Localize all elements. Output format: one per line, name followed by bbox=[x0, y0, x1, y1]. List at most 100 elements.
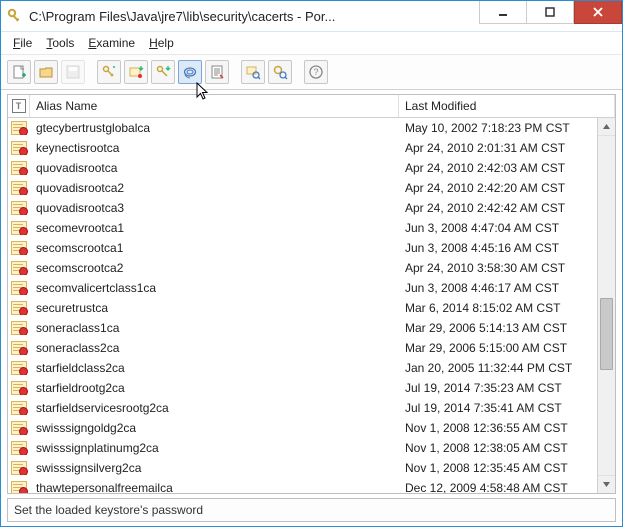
alias-cell: gtecybertrustglobalca bbox=[30, 121, 399, 135]
certificate-icon bbox=[11, 481, 27, 493]
table-row[interactable]: secomscrootca1Jun 3, 2008 4:45:16 AM CST bbox=[8, 238, 615, 258]
keystore-table: T Alias Name Last Modified gtecybertrust… bbox=[7, 94, 616, 494]
examine-ssl-button[interactable] bbox=[268, 60, 292, 84]
scroll-up-icon[interactable] bbox=[598, 118, 615, 136]
alias-cell: starfieldservicesrootg2ca bbox=[30, 401, 399, 415]
alias-cell: secomvalicertclass1ca bbox=[30, 281, 399, 295]
table-body: gtecybertrustglobalcaMay 10, 2002 7:18:2… bbox=[8, 118, 615, 493]
entry-icon bbox=[8, 181, 30, 195]
entry-icon bbox=[8, 381, 30, 395]
entry-icon bbox=[8, 121, 30, 135]
save-keystore-button[interactable] bbox=[61, 60, 85, 84]
column-alias[interactable]: Alias Name bbox=[30, 95, 399, 117]
alias-cell: quovadisrootca bbox=[30, 161, 399, 175]
table-row[interactable]: quovadisrootca2Apr 24, 2010 2:42:20 AM C… bbox=[8, 178, 615, 198]
modified-cell: Apr 24, 2010 2:01:31 AM CST bbox=[399, 141, 615, 155]
modified-cell: Nov 1, 2008 12:38:05 AM CST bbox=[399, 441, 615, 455]
column-type[interactable]: T bbox=[8, 95, 30, 117]
table-row[interactable]: swisssignplatinumg2caNov 1, 2008 12:38:0… bbox=[8, 438, 615, 458]
certificate-icon bbox=[11, 441, 27, 455]
alias-cell: secomscrootca2 bbox=[30, 261, 399, 275]
alias-cell: soneraclass2ca bbox=[30, 341, 399, 355]
keystore-report-button[interactable] bbox=[205, 60, 229, 84]
examine-cert-button[interactable] bbox=[241, 60, 265, 84]
toolbar: ? bbox=[1, 54, 622, 90]
table-row[interactable]: swisssignsilverg2caNov 1, 2008 12:35:45 … bbox=[8, 458, 615, 478]
alias-cell: quovadisrootca2 bbox=[30, 181, 399, 195]
modified-cell: Jan 20, 2005 11:32:44 PM CST bbox=[399, 361, 615, 375]
entry-icon bbox=[8, 241, 30, 255]
certificate-icon bbox=[11, 421, 27, 435]
entry-icon bbox=[8, 401, 30, 415]
column-modified[interactable]: Last Modified bbox=[399, 95, 615, 117]
modified-cell: Jun 3, 2008 4:46:17 AM CST bbox=[399, 281, 615, 295]
menu-examine[interactable]: Examine bbox=[82, 34, 141, 52]
entry-icon bbox=[8, 261, 30, 275]
menu-tools[interactable]: Tools bbox=[40, 34, 80, 52]
table-row[interactable]: keynectisrootcaApr 24, 2010 2:01:31 AM C… bbox=[8, 138, 615, 158]
import-keypair-button[interactable] bbox=[151, 60, 175, 84]
alias-cell: securetrustca bbox=[30, 301, 399, 315]
certificate-icon bbox=[11, 221, 27, 235]
entry-icon bbox=[8, 221, 30, 235]
table-row[interactable]: quovadisrootcaApr 24, 2010 2:42:03 AM CS… bbox=[8, 158, 615, 178]
certificate-icon bbox=[11, 301, 27, 315]
maximize-button[interactable] bbox=[526, 1, 574, 24]
table-row[interactable]: quovadisrootca3Apr 24, 2010 2:42:42 AM C… bbox=[8, 198, 615, 218]
modified-cell: May 10, 2002 7:18:23 PM CST bbox=[399, 121, 615, 135]
table-row[interactable]: securetrustcaMar 6, 2014 8:15:02 AM CST bbox=[8, 298, 615, 318]
certificate-icon bbox=[11, 401, 27, 415]
table-row[interactable]: starfieldrootg2caJul 19, 2014 7:35:23 AM… bbox=[8, 378, 615, 398]
table-row[interactable]: starfieldclass2caJan 20, 2005 11:32:44 P… bbox=[8, 358, 615, 378]
alias-cell: swisssignplatinumg2ca bbox=[30, 441, 399, 455]
table-row[interactable]: soneraclass1caMar 29, 2006 5:14:13 AM CS… bbox=[8, 318, 615, 338]
alias-cell: starfieldrootg2ca bbox=[30, 381, 399, 395]
table-row[interactable]: thawtepersonalfreemailcaDec 12, 2009 4:5… bbox=[8, 478, 615, 493]
alias-cell: secomscrootca1 bbox=[30, 241, 399, 255]
help-button[interactable]: ? bbox=[304, 60, 328, 84]
modified-cell: Jul 19, 2014 7:35:23 AM CST bbox=[399, 381, 615, 395]
entry-icon bbox=[8, 281, 30, 295]
status-text: Set the loaded keystore's password bbox=[14, 503, 203, 517]
modified-cell: Apr 24, 2010 2:42:03 AM CST bbox=[399, 161, 615, 175]
modified-cell: Dec 12, 2009 4:58:48 AM CST bbox=[399, 481, 615, 493]
modified-cell: Apr 24, 2010 2:42:20 AM CST bbox=[399, 181, 615, 195]
minimize-button[interactable] bbox=[479, 1, 526, 24]
certificate-icon bbox=[11, 361, 27, 375]
new-keystore-button[interactable] bbox=[7, 60, 31, 84]
entry-icon bbox=[8, 341, 30, 355]
modified-cell: Apr 24, 2010 3:58:30 AM CST bbox=[399, 261, 615, 275]
set-password-button[interactable] bbox=[178, 60, 202, 84]
table-row[interactable]: gtecybertrustglobalcaMay 10, 2002 7:18:2… bbox=[8, 118, 615, 138]
scroll-down-icon[interactable] bbox=[598, 475, 615, 493]
modified-cell: Mar 6, 2014 8:15:02 AM CST bbox=[399, 301, 615, 315]
entry-icon bbox=[8, 301, 30, 315]
table-row[interactable]: secomevrootca1Jun 3, 2008 4:47:04 AM CST bbox=[8, 218, 615, 238]
entry-icon bbox=[8, 161, 30, 175]
alias-cell: starfieldclass2ca bbox=[30, 361, 399, 375]
vertical-scrollbar[interactable] bbox=[597, 118, 615, 493]
scroll-thumb[interactable] bbox=[600, 298, 613, 370]
certificate-icon bbox=[11, 141, 27, 155]
alias-cell: keynectisrootca bbox=[30, 141, 399, 155]
table-row[interactable]: swisssigngoldg2caNov 1, 2008 12:36:55 AM… bbox=[8, 418, 615, 438]
table-row[interactable]: soneraclass2caMar 29, 2006 5:15:00 AM CS… bbox=[8, 338, 615, 358]
table-row[interactable]: secomscrootca2Apr 24, 2010 3:58:30 AM CS… bbox=[8, 258, 615, 278]
modified-cell: Mar 29, 2006 5:15:00 AM CST bbox=[399, 341, 615, 355]
menu-bar: File Tools Examine Help bbox=[1, 32, 622, 54]
table-row[interactable]: secomvalicertclass1caJun 3, 2008 4:46:17… bbox=[8, 278, 615, 298]
alias-cell: soneraclass1ca bbox=[30, 321, 399, 335]
menu-file[interactable]: File bbox=[7, 34, 38, 52]
modified-cell: Nov 1, 2008 12:35:45 AM CST bbox=[399, 461, 615, 475]
entry-icon bbox=[8, 321, 30, 335]
open-keystore-button[interactable] bbox=[34, 60, 58, 84]
import-trusted-cert-button[interactable] bbox=[124, 60, 148, 84]
close-button[interactable] bbox=[574, 1, 622, 24]
app-icon bbox=[7, 8, 23, 24]
alias-cell: secomevrootca1 bbox=[30, 221, 399, 235]
table-row[interactable]: starfieldservicesrootg2caJul 19, 2014 7:… bbox=[8, 398, 615, 418]
modified-cell: Jun 3, 2008 4:47:04 AM CST bbox=[399, 221, 615, 235]
menu-help[interactable]: Help bbox=[143, 34, 180, 52]
entry-icon bbox=[8, 441, 30, 455]
generate-keypair-button[interactable] bbox=[97, 60, 121, 84]
